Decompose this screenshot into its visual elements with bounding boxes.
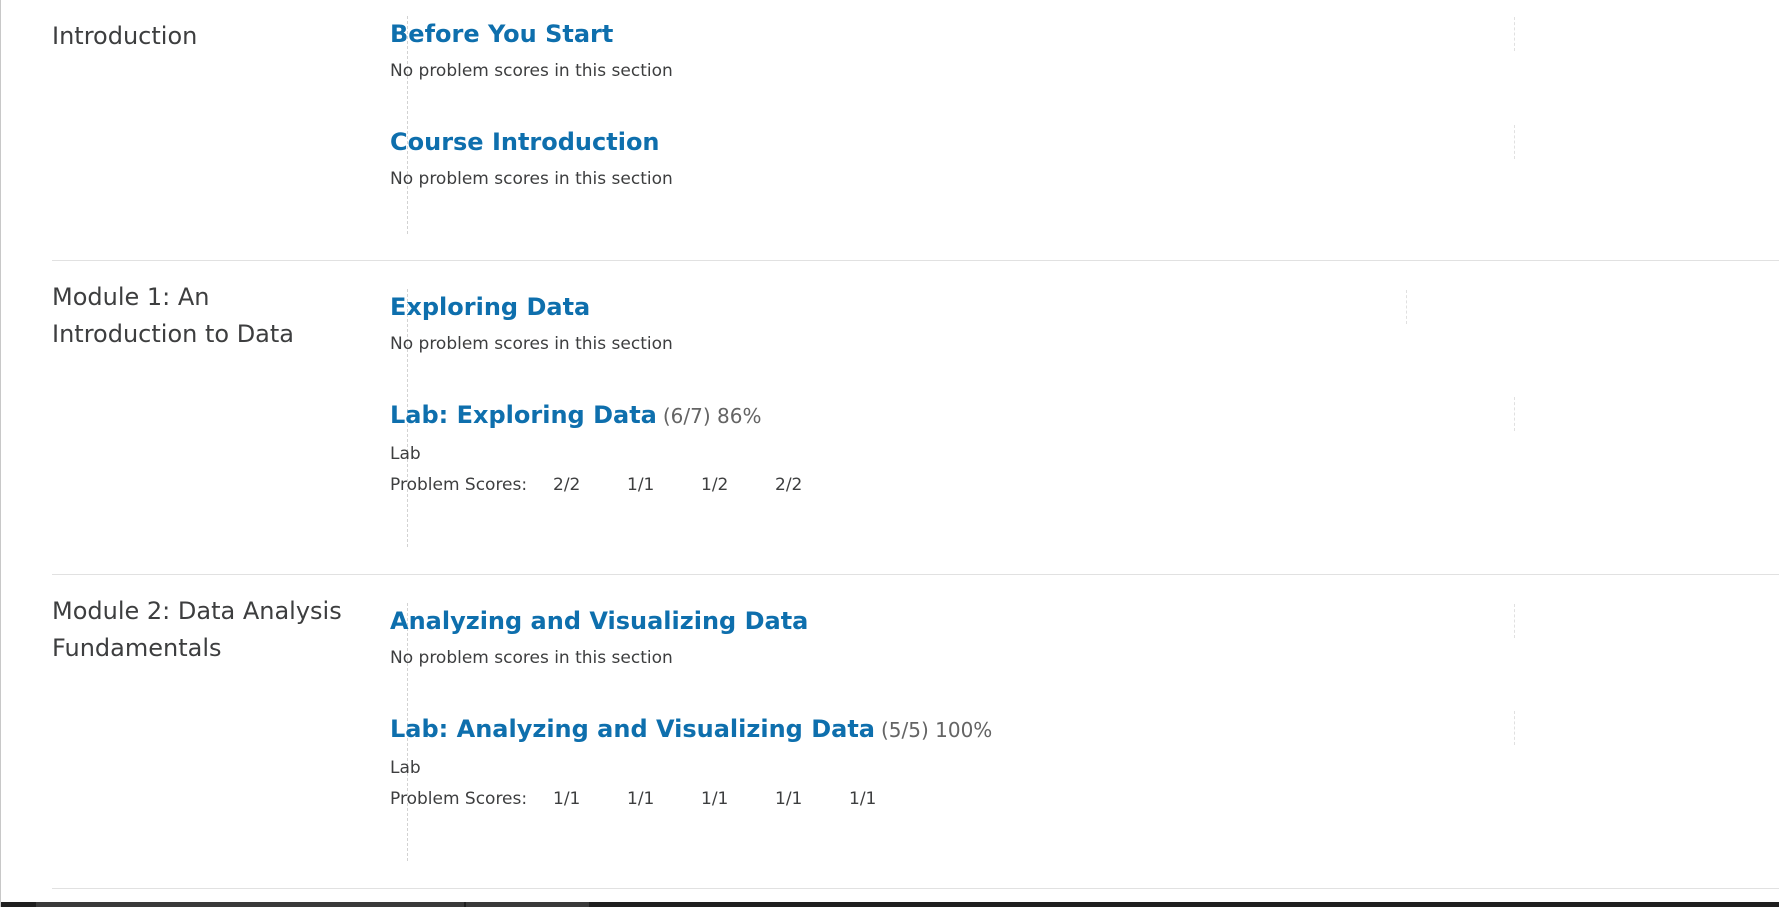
section-link-lab-exploring-data[interactable]: Lab: Exploring Data (390, 401, 657, 429)
chapter-title: Module 1: An Introduction to Data (52, 283, 294, 348)
section-link-before-you-start[interactable]: Before You Start (390, 20, 613, 48)
section-analyzing-and-visualizing-data: Analyzing and Visualizing Data No proble… (390, 605, 808, 669)
section-course-introduction: Course Introduction No problem scores in… (390, 126, 673, 190)
section-link-analyzing-and-visualizing-data[interactable]: Analyzing and Visualizing Data (390, 607, 808, 635)
section-no-scores-note: No problem scores in this section (390, 648, 673, 668)
problem-scores-label: Problem Scores: (390, 475, 528, 495)
problem-score: 1/1 (627, 789, 655, 809)
grade-divider (1514, 125, 1515, 159)
problem-score: 1/2 (701, 475, 729, 495)
grade-divider (1514, 604, 1515, 638)
problem-score: 1/1 (849, 789, 877, 809)
progress-page: Introduction Before You Start No problem… (0, 0, 1779, 907)
problem-scores: Problem Scores: 1/1 1/1 1/1 1/1 1/1 (390, 789, 992, 809)
chapter-introduction: Introduction (52, 0, 1779, 261)
bottom-bar-segment (466, 902, 589, 907)
problem-score: 2/2 (775, 475, 803, 495)
grade-divider (1514, 17, 1515, 51)
section-score: (6/7) 86% (662, 404, 762, 428)
section-format: Lab (390, 444, 421, 464)
problem-scores: Problem Scores: 2/2 1/1 1/2 2/2 (390, 475, 849, 495)
section-lab-analyzing-and-visualizing-data: Lab: Analyzing and Visualizing Data (5/5)… (390, 713, 992, 809)
section-exploring-data: Exploring Data No problem scores in this… (390, 291, 673, 355)
section-no-scores-note: No problem scores in this section (390, 334, 673, 354)
section-score: (5/5) 100% (880, 718, 993, 742)
section-link-exploring-data[interactable]: Exploring Data (390, 293, 590, 321)
section-before-you-start: Before You Start No problem scores in th… (390, 18, 673, 82)
section-lab-exploring-data: Lab: Exploring Data (6/7) 86% Lab Problem… (390, 399, 849, 495)
chapter-title: Introduction (52, 22, 198, 50)
chapter-module-1: Module 1: An Introduction to Data (52, 261, 1779, 575)
grade-divider (1406, 290, 1407, 324)
section-link-lab-analyzing-and-visualizing-data[interactable]: Lab: Analyzing and Visualizing Data (390, 715, 875, 743)
problem-score: 1/1 (627, 475, 655, 495)
problem-score: 1/1 (553, 789, 581, 809)
problem-score: 2/2 (553, 475, 581, 495)
section-no-scores-note: No problem scores in this section (390, 61, 673, 81)
section-no-scores-note: No problem scores in this section (390, 169, 673, 189)
problem-score: 1/1 (701, 789, 729, 809)
problem-scores-label: Problem Scores: (390, 789, 528, 809)
section-format: Lab (390, 758, 421, 778)
bottom-bar-segment (36, 902, 464, 907)
problem-score: 1/1 (775, 789, 803, 809)
grade-divider (1514, 711, 1515, 745)
grade-divider (1514, 397, 1515, 431)
bottom-bar (1, 902, 1779, 907)
section-link-course-introduction[interactable]: Course Introduction (390, 128, 660, 156)
chapter-title: Module 2: Data Analysis Fundamentals (52, 597, 342, 662)
